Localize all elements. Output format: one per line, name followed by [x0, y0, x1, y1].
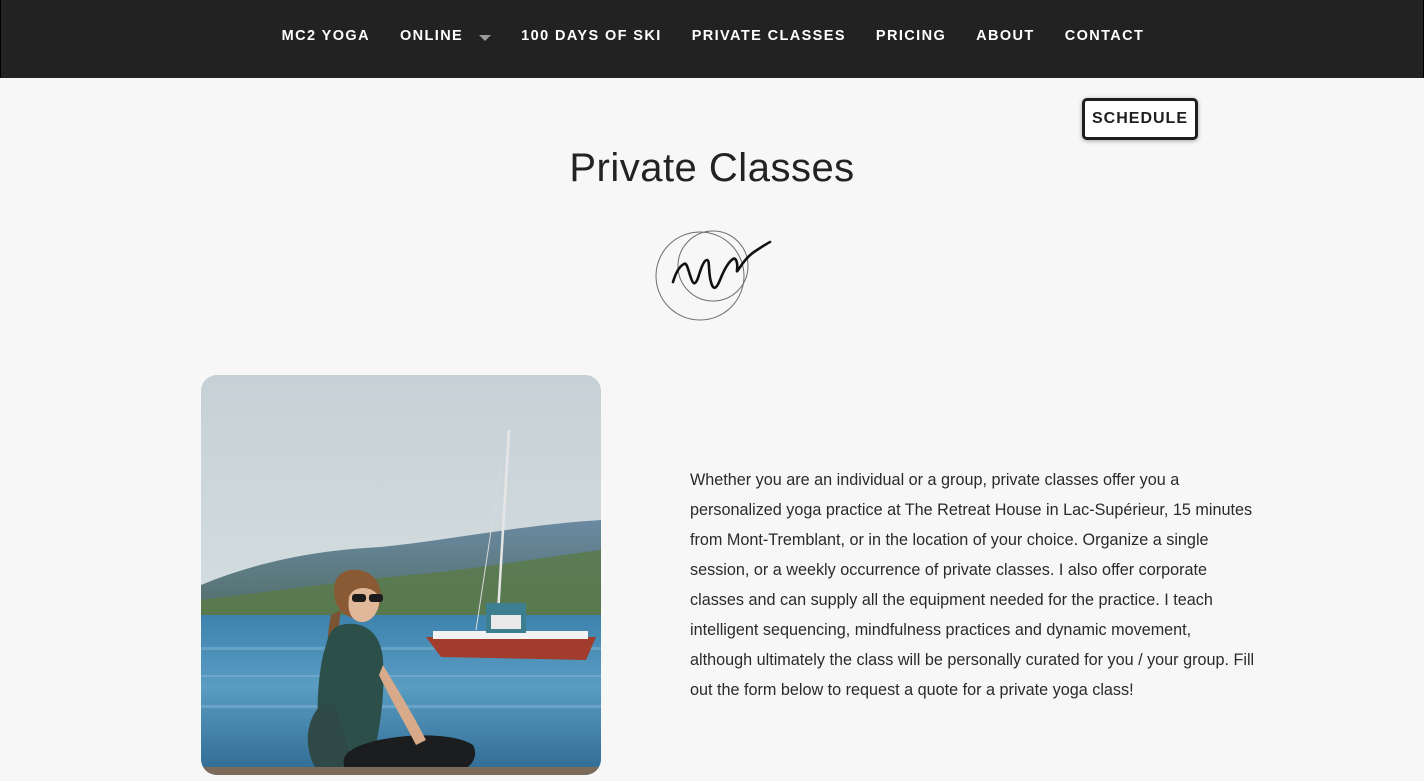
- nav-item-label: MC2 YOGA: [281, 28, 370, 44]
- signature-logo: [655, 230, 772, 321]
- nav-item-about[interactable]: ABOUT: [961, 28, 1050, 44]
- nav-item-online[interactable]: ONLINE: [385, 28, 506, 44]
- chevron-down-icon[interactable]: [479, 34, 492, 41]
- woman-by-lake-photo: [201, 375, 601, 775]
- schedule-button[interactable]: SCHEDULE: [1082, 98, 1198, 140]
- nav-item-label: ABOUT: [976, 28, 1035, 44]
- top-navigation-bar: MC2 YOGA ONLINE 100 DAYS OF SKI PRIVATE …: [0, 0, 1424, 78]
- nav-item-contact[interactable]: CONTACT: [1050, 28, 1160, 44]
- schedule-button-label: SCHEDULE: [1091, 110, 1188, 127]
- lake-sailboat-image: [201, 375, 601, 775]
- nav-item-label: 100 DAYS OF SKI: [521, 28, 662, 44]
- nav-item-label: ONLINE: [399, 28, 464, 44]
- nav-item-private-classes[interactable]: PRIVATE CLASSES: [677, 28, 861, 44]
- main-nav: MC2 YOGA ONLINE 100 DAYS OF SKI PRIVATE …: [1, 0, 1424, 72]
- page-title: Private Classes: [569, 146, 855, 190]
- nav-item-pricing[interactable]: PRICING: [861, 28, 961, 44]
- nav-item-mc2-yoga[interactable]: MC2 YOGA: [267, 28, 385, 44]
- logo-signature-stroke: [671, 240, 772, 290]
- nav-item-label: PRICING: [875, 28, 947, 44]
- nav-item-label: CONTACT: [1064, 28, 1145, 44]
- intro-paragraph: Whether you are an individual or a group…: [690, 471, 1255, 699]
- logo-outer-circle: [655, 231, 745, 321]
- nav-item-100-days-of-ski[interactable]: 100 DAYS OF SKI: [506, 28, 677, 44]
- nav-item-label: PRIVATE CLASSES: [691, 28, 846, 44]
